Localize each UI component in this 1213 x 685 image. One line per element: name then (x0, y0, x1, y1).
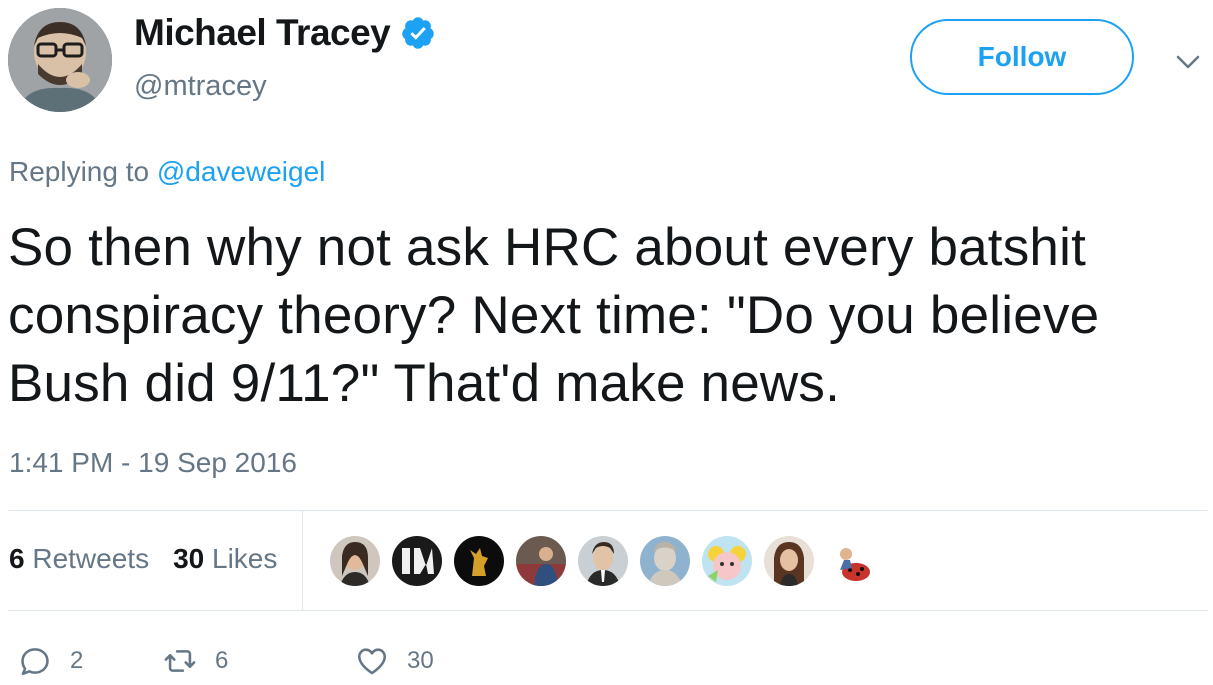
liker-avatar[interactable] (516, 536, 566, 586)
stats-divider (302, 511, 303, 610)
liker-avatar[interactable] (578, 536, 628, 586)
likes-count: 30 (173, 543, 205, 574)
liker-avatar[interactable] (826, 536, 876, 586)
liker-avatar[interactable] (640, 536, 690, 586)
author-handle[interactable]: @mtracey (134, 70, 267, 103)
retweet-icon (164, 650, 196, 672)
liker-avatar[interactable] (454, 536, 504, 586)
heart-icon (357, 648, 387, 675)
retweets-label: Retweets (32, 543, 150, 574)
like-action[interactable]: 30 (355, 644, 434, 678)
reply-mention-link[interactable]: @daveweigel (157, 156, 326, 187)
tweet-stats: 6 Retweets 30 Likes (9, 543, 277, 575)
retweets-count: 6 (9, 543, 25, 574)
retweet-count: 6 (215, 647, 229, 674)
author-avatar[interactable] (8, 8, 112, 112)
tweet-timestamp[interactable]: 1:41 PM - 19 Sep 2016 (9, 447, 297, 479)
author-display-name[interactable]: Michael Tracey (134, 12, 391, 54)
replying-to: Replying to @daveweigel (9, 156, 325, 188)
tweet-actions: 2 6 30 (18, 644, 434, 678)
divider (8, 610, 1208, 611)
reply-icon (21, 648, 49, 676)
chevron-down-icon[interactable] (1170, 44, 1206, 80)
liker-avatar[interactable] (392, 536, 442, 586)
reply-count: 2 (70, 647, 84, 674)
liker-avatar[interactable] (702, 536, 752, 586)
retweets-stat[interactable]: 6 Retweets (9, 543, 149, 575)
retweet-action[interactable]: 6 (163, 644, 355, 678)
tweet-text: So then why not ask HRC about every bats… (8, 218, 1100, 413)
likes-stat[interactable]: 30 Likes (173, 543, 277, 575)
likes-label: Likes (212, 543, 278, 574)
liker-avatar[interactable] (764, 536, 814, 586)
liker-avatar[interactable] (330, 536, 380, 586)
reply-action[interactable]: 2 (18, 644, 163, 678)
verified-badge-icon (400, 15, 436, 51)
follow-button[interactable]: Follow (910, 19, 1134, 95)
author-name-row: Michael Tracey (134, 12, 436, 54)
like-count: 30 (407, 647, 434, 674)
divider (8, 510, 1208, 511)
tweet-header: Michael Tracey @mtracey Follow (0, 0, 1213, 130)
liker-avatars (330, 536, 876, 586)
replying-to-prefix: Replying to (9, 156, 150, 187)
